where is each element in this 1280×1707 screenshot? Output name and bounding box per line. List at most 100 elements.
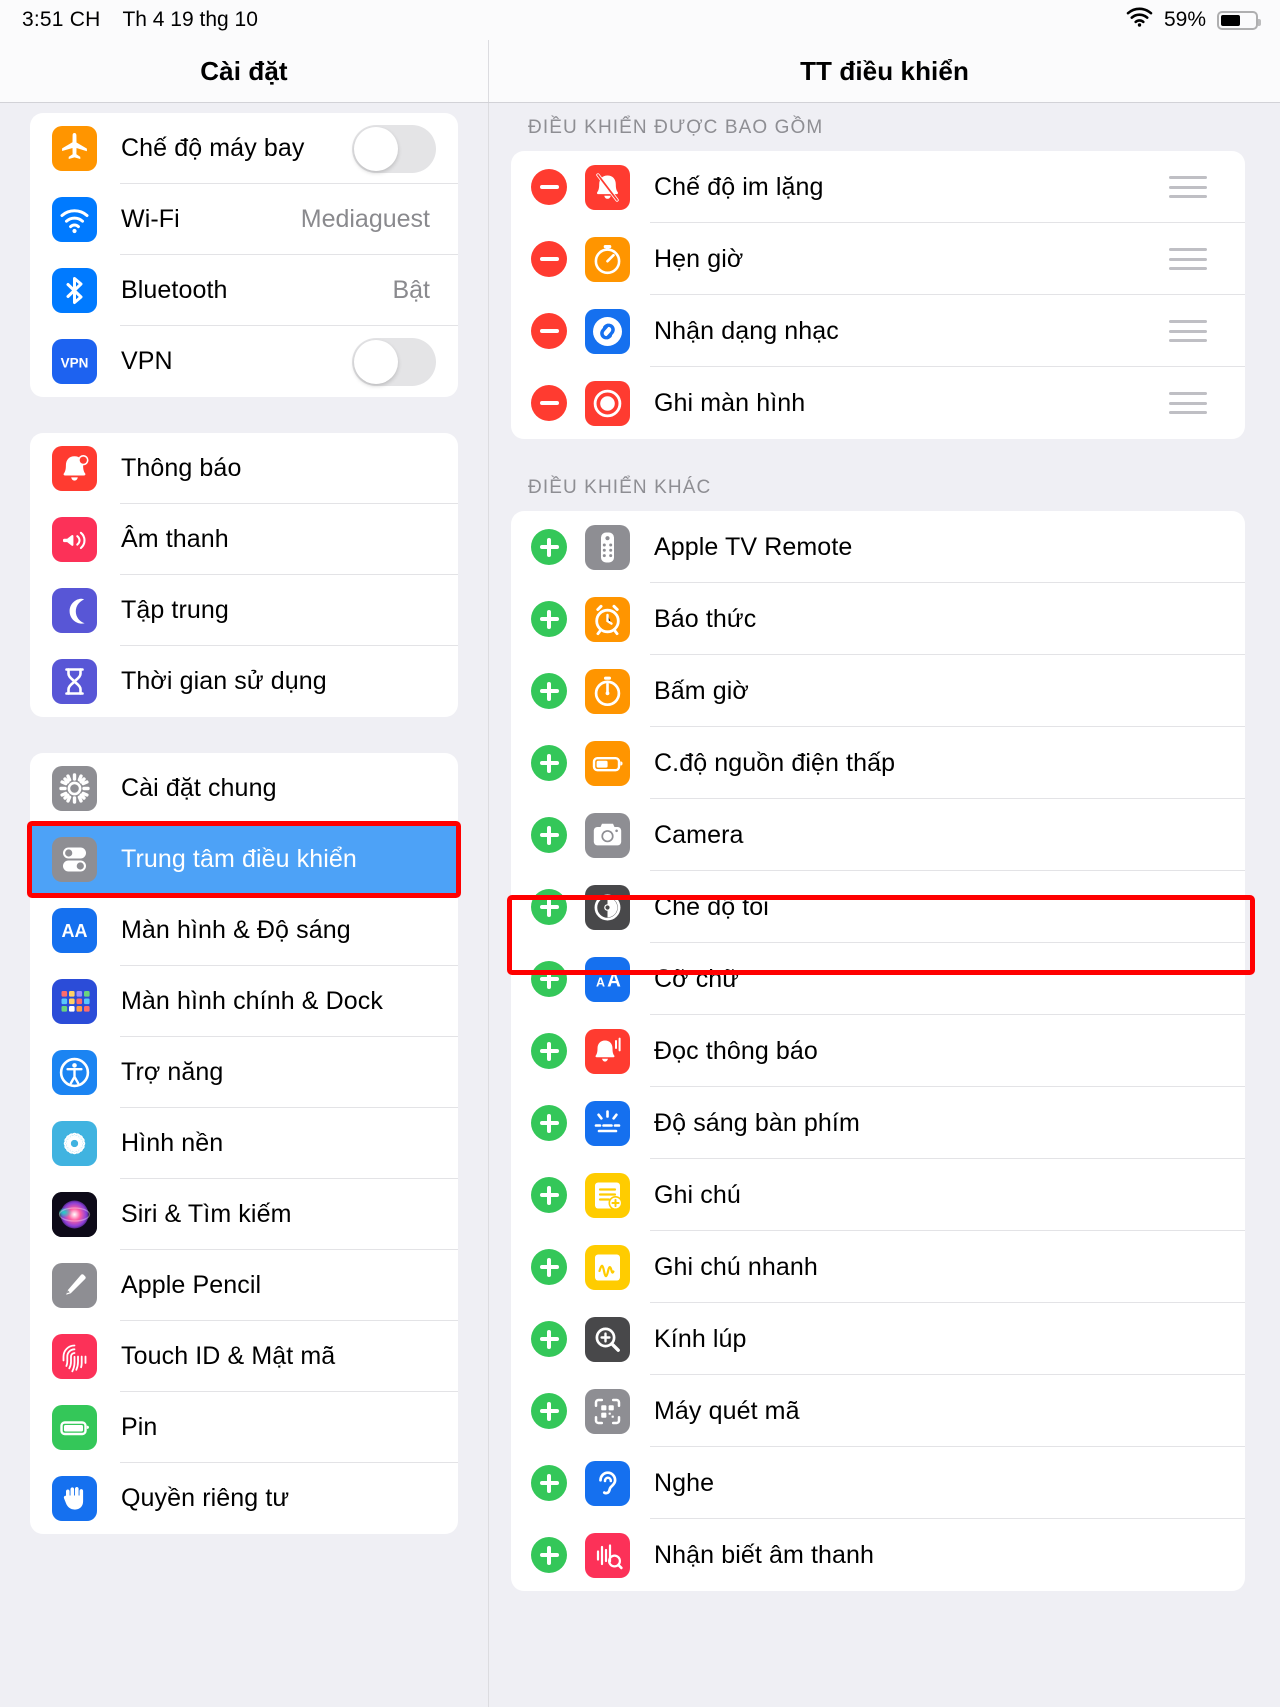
reorder-drag-handle[interactable] (1169, 248, 1207, 270)
control-row-b-m-gi[interactable]: Bấm giờ (511, 655, 1245, 727)
control-row-nh-n-bi-t-m-thanh[interactable]: Nhận biết âm thanh (511, 1519, 1245, 1591)
control-row-s-ng-b-n-ph-m[interactable]: Độ sáng bàn phím (511, 1087, 1245, 1159)
reorder-drag-handle[interactable] (1169, 320, 1207, 342)
status-time: 3:51 CH (22, 8, 101, 31)
page-title: Cài đặt (200, 55, 288, 86)
sidebar-item-bluetooth[interactable]: Bluetooth Bật (30, 255, 458, 326)
control-row-ghi-ch[interactable]: Ghi chú (511, 1159, 1245, 1231)
sidebar-item-ch-m-y-bay[interactable]: Chế độ máy bay (30, 113, 458, 184)
control-row-c-ch[interactable]: A A Cỡ chữ (511, 943, 1245, 1015)
control-row-nghe[interactable]: Nghe (511, 1447, 1245, 1519)
add-control-button[interactable] (531, 1537, 567, 1573)
timer-icon (585, 236, 630, 282)
control-row-m-y-qu-t-m[interactable]: Máy quét mã (511, 1375, 1245, 1447)
wifi-icon (52, 197, 97, 242)
speaker-icon (52, 517, 97, 562)
add-control-button[interactable] (531, 1105, 567, 1141)
sidebar-item-th-ng-b-o[interactable]: Thông báo (30, 433, 458, 504)
split-view: Chế độ máy bay Wi-Fi Mediaguest Bluetooth B… (0, 103, 1280, 1707)
sidebar-item-label: Trợ năng (121, 1058, 224, 1086)
add-control-button[interactable] (531, 1177, 567, 1213)
sidebar-navbar: Cài đặt (0, 40, 489, 102)
sidebar-item-label: Âm thanh (121, 525, 229, 553)
sidebar-item-label: VPN (121, 347, 173, 375)
accessibility-icon (52, 1050, 97, 1095)
sidebar-item-t-p-trung[interactable]: Tập trung (30, 575, 458, 646)
control-row-c-th-ng-b-o[interactable]: Đọc thông báo (511, 1015, 1245, 1087)
control-row-c-ngu-n-i-n-th-p[interactable]: C.độ nguồn điện thấp (511, 727, 1245, 799)
add-control-button[interactable] (531, 961, 567, 997)
add-control-button[interactable] (531, 889, 567, 925)
add-control-button[interactable] (531, 745, 567, 781)
section-header: ĐIỀU KHIỂN KHÁC (528, 477, 712, 498)
sidebar-item-vpn[interactable]: VPN VPN (30, 326, 458, 397)
add-control-button[interactable] (531, 817, 567, 853)
control-center-detail[interactable]: ĐIỀU KHIỂN ĐƯỢC BAO GỒM Chế độ im lặng H… (489, 103, 1280, 1707)
add-control-button[interactable] (531, 529, 567, 565)
control-row-k-nh-l-p[interactable]: Kính lúp (511, 1303, 1245, 1375)
control-row-ch-im-l-ng[interactable]: Chế độ im lặng (511, 151, 1245, 223)
alarm-clock-icon (585, 596, 630, 642)
add-control-button[interactable] (531, 673, 567, 709)
sidebar-item-quy-n-ri-ng-t[interactable]: Quyền riêng tư (30, 1463, 458, 1534)
remove-control-button[interactable] (531, 241, 567, 277)
tv-remote-icon (585, 524, 630, 570)
add-control-button[interactable] (531, 1393, 567, 1429)
control-label: Ghi chú nhanh (654, 1252, 818, 1281)
control-row-apple-tv-remote[interactable]: Apple TV Remote (511, 511, 1245, 583)
add-control-button[interactable] (531, 1465, 567, 1501)
sidebar-item-tr-n-ng[interactable]: Trợ năng (30, 1037, 458, 1108)
sidebar-item-wi-fi[interactable]: Wi-Fi Mediaguest (30, 184, 458, 255)
wallpaper-icon (52, 1121, 97, 1166)
status-date: Th 4 19 thg 10 (122, 8, 258, 31)
sidebar-item-h-nh-n-n[interactable]: Hình nền (30, 1108, 458, 1179)
control-center-icon (52, 837, 97, 882)
toggle-switch[interactable] (352, 337, 436, 386)
pencil-icon (52, 1263, 97, 1308)
remove-control-button[interactable] (531, 385, 567, 421)
reorder-drag-handle[interactable] (1169, 176, 1207, 198)
settings-sidebar[interactable]: Chế độ máy bay Wi-Fi Mediaguest Bluetooth B… (0, 103, 489, 1707)
status-bar: 3:51 CH Th 4 19 thg 10 59% (0, 0, 1280, 40)
sidebar-item-m-n-h-nh-s-ng[interactable]: AA Màn hình & Độ sáng (30, 895, 458, 966)
keyboard-brightness-icon (585, 1100, 630, 1146)
remove-control-button[interactable] (531, 169, 567, 205)
add-control-button[interactable] (531, 601, 567, 637)
control-label: Đọc thông báo (654, 1036, 818, 1065)
add-control-button[interactable] (531, 1321, 567, 1357)
control-label: Camera (654, 820, 744, 849)
sidebar-item-pin[interactable]: Pin (30, 1392, 458, 1463)
reorder-drag-handle[interactable] (1169, 392, 1207, 414)
sidebar-item-th-i-gian-s-d-ng[interactable]: Thời gian sử dụng (30, 646, 458, 717)
sidebar-item-m-n-h-nh-ch-nh-dock[interactable]: Màn hình chính & Dock (30, 966, 458, 1037)
control-label: Hẹn giờ (654, 244, 744, 273)
control-label: Nhận dạng nhạc (654, 316, 839, 345)
add-control-button[interactable] (531, 1249, 567, 1285)
code-scanner-icon (585, 1388, 630, 1434)
remove-control-button[interactable] (531, 313, 567, 349)
stopwatch-icon (585, 668, 630, 714)
control-row-camera[interactable]: Camera (511, 799, 1245, 871)
sidebar-item-m-thanh[interactable]: Âm thanh (30, 504, 458, 575)
sidebar-item-apple-pencil[interactable]: Apple Pencil (30, 1250, 458, 1321)
toggle-switch[interactable] (352, 124, 436, 173)
sidebar-item-trung-t-m-i-u-khi-n[interactable]: Trung tâm điều khiển (30, 824, 458, 895)
svg-text:A: A (607, 970, 621, 991)
sidebar-item-label: Chế độ máy bay (121, 134, 305, 162)
control-row-ch-t-i[interactable]: Chế độ tối (511, 871, 1245, 943)
text-size-icon: A A (585, 956, 630, 1002)
control-label: Nghe (654, 1468, 715, 1497)
battery-percentage: 59% (1163, 8, 1206, 31)
sidebar-item-c-i-t-chung[interactable]: Cài đặt chung (30, 753, 458, 824)
add-control-button[interactable] (531, 1033, 567, 1069)
sidebar-item-touch-id-m-t-m[interactable]: Touch ID & Mật mã (30, 1321, 458, 1392)
control-row-ghi-ch-nhanh[interactable]: Ghi chú nhanh (511, 1231, 1245, 1303)
ipad-settings-screen: 3:51 CH Th 4 19 thg 10 59% Cài đặt TT đi… (0, 0, 1280, 1707)
control-row-ghi-m-n-h-nh[interactable]: Ghi màn hình (511, 367, 1245, 439)
control-row-nh-n-d-ng-nh-c[interactable]: Nhận dạng nhạc (511, 295, 1245, 367)
control-label: Chế độ tối (654, 892, 769, 921)
control-row-h-n-gi[interactable]: Hẹn giờ (511, 223, 1245, 295)
sidebar-item-siri-t-m-ki-m[interactable]: Siri & Tìm kiếm (30, 1179, 458, 1250)
control-row-b-o-th-c[interactable]: Báo thức (511, 583, 1245, 655)
status-bar-right: 59% (1126, 7, 1261, 33)
